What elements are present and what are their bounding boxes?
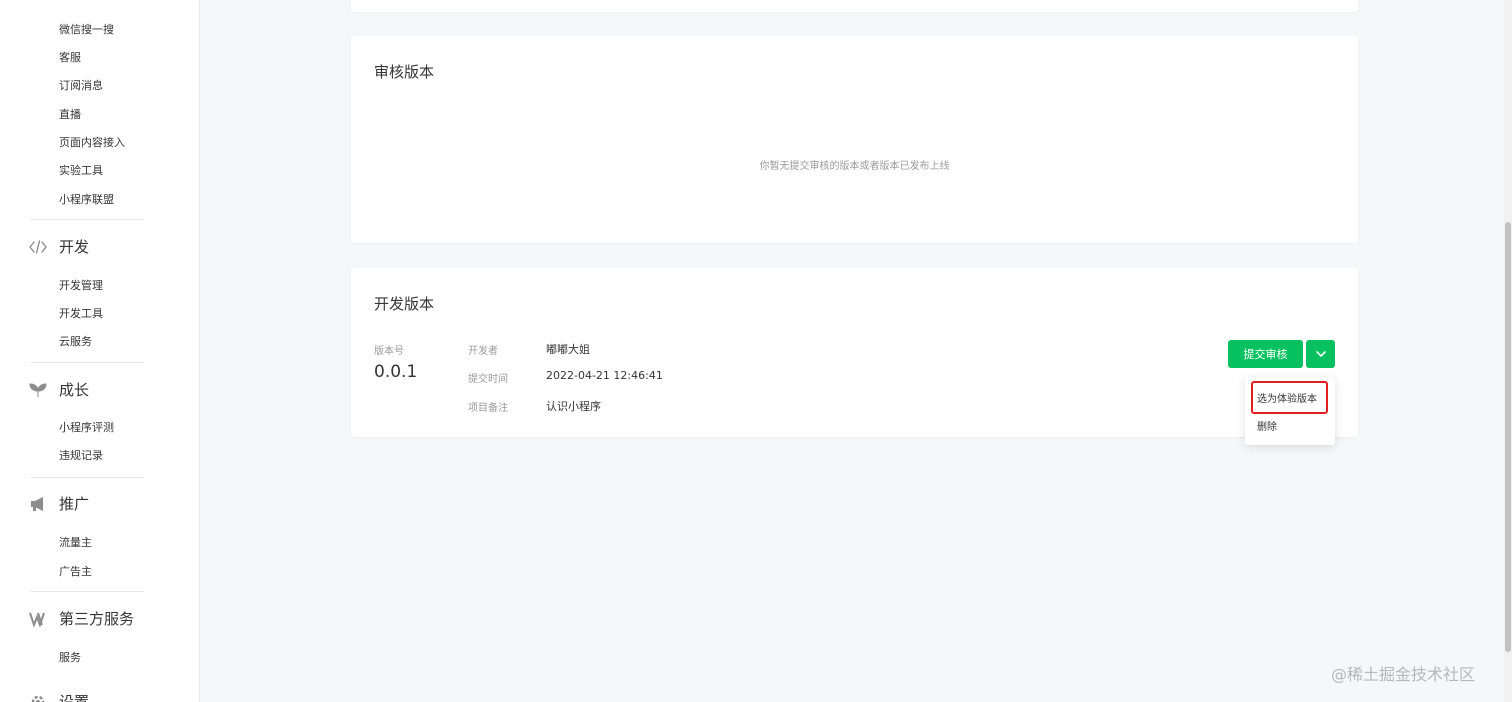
version-label: 版本号 [374,346,404,357]
sidebar-item-customer-service[interactable]: 客服 [59,51,81,65]
review-empty-tip: 你暂无提交审核的版本或者版本已发布上线 [759,161,950,172]
developer-label: 开发者 [468,346,498,357]
sidebar-item-union[interactable]: 小程序联盟 [59,193,114,207]
submit-time-value: 2022-04-21 12:46:41 [546,369,663,382]
version-actions-menu: 选为体验版本 删除 [1245,377,1335,445]
sidebar-item-advertiser[interactable]: 广告主 [59,565,92,579]
menu-item-set-trial-version[interactable]: 选为体验版本 [1257,390,1317,405]
sidebar-divider [30,219,144,220]
review-version-card: 审核版本 你暂无提交审核的版本或者版本已发布上线 [351,36,1358,243]
sidebar-item-cloud[interactable]: 云服务 [59,335,92,349]
sidebar-group-third-party[interactable]: 第三方服务 [59,609,134,629]
sidebar-item-service[interactable]: 服务 [59,651,81,665]
sidebar-item-evaluation[interactable]: 小程序评测 [59,421,114,435]
remark-label: 项目备注 [468,403,508,414]
sidebar-item-wechat-search[interactable]: 微信搜一搜 [59,23,114,37]
submit-time-label: 提交时间 [468,374,508,385]
submit-review-button[interactable]: 提交审核 [1228,340,1303,368]
sidebar-item-publisher[interactable]: 流量主 [59,536,92,550]
sprout-icon [28,380,48,400]
remark-value: 认识小程序 [546,400,601,413]
watermark: @稀土掘金技术社区 [1331,665,1476,684]
sidebar-item-dev-manage[interactable]: 开发管理 [59,279,103,293]
sidebar-item-page-content[interactable]: 页面内容接入 [59,136,125,150]
third-party-icon [28,609,48,629]
sidebar-group-promotion[interactable]: 推广 [59,494,89,514]
sidebar-item-experiment-tools[interactable]: 实验工具 [59,164,103,178]
review-version-title: 审核版本 [374,63,435,81]
sidebar-item-subscription-msg[interactable]: 订阅消息 [59,79,103,93]
chevron-down-icon [1315,350,1326,357]
megaphone-icon [28,494,48,514]
version-number: 0.0.1 [374,362,418,382]
sidebar-divider [30,477,144,478]
sidebar-group-develop[interactable]: 开发 [59,237,89,257]
more-actions-dropdown-button[interactable] [1306,340,1335,368]
developer-value: 嘟嘟大姐 [546,343,590,356]
code-icon [28,237,48,257]
previous-card [351,0,1358,12]
sidebar-divider [30,362,144,363]
sidebar-item-dev-tools[interactable]: 开发工具 [59,307,103,321]
sidebar-divider [30,591,144,592]
sidebar-group-growth[interactable]: 成长 [59,380,89,400]
menu-item-delete[interactable]: 删除 [1257,418,1277,433]
dev-version-card: 开发版本 版本号 0.0.1 开发者 嘟嘟大姐 提交时间 2022-04-21 … [351,268,1358,437]
sidebar: 微信搜一搜 客服 订阅消息 直播 页面内容接入 实验工具 小程序联盟 开发 开发… [0,0,200,702]
gear-icon [28,692,48,702]
dev-version-title: 开发版本 [374,295,435,313]
sidebar-group-settings[interactable]: 设置 [59,692,89,702]
page-scrollbar[interactable] [1504,0,1512,702]
scrollbar-thumb[interactable] [1505,222,1511,652]
sidebar-item-violations[interactable]: 违规记录 [59,449,103,463]
sidebar-item-live[interactable]: 直播 [59,108,81,122]
